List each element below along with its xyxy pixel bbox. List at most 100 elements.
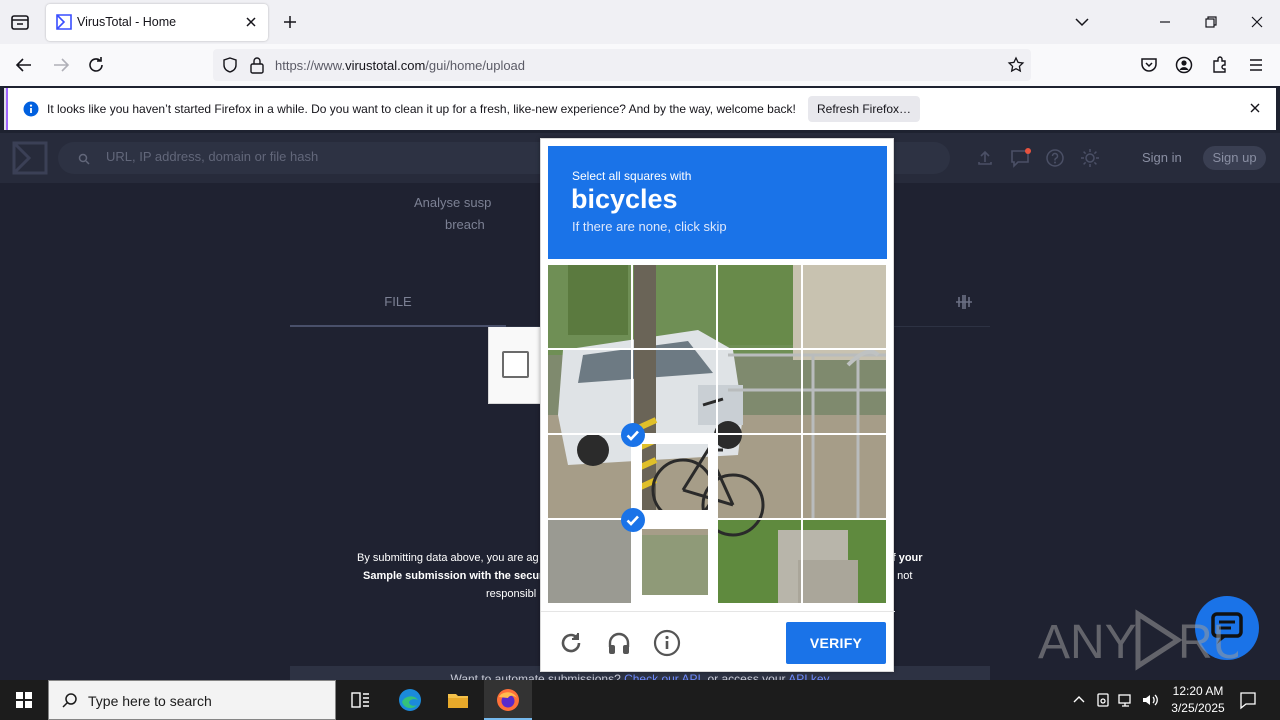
captcha-tile[interactable] (548, 520, 631, 603)
help-icon[interactable] (1045, 148, 1065, 168)
api-banner-mid: , or access your (700, 672, 786, 680)
url-text: https://www.virustotal.com/gui/home/uplo… (275, 58, 526, 73)
tab-file[interactable]: FILE (290, 283, 506, 327)
hcaptcha-checkbox[interactable] (502, 351, 529, 378)
vt-description-line2: breach (445, 217, 485, 232)
refresh-firefox-button[interactable]: Refresh Firefox… (808, 96, 920, 122)
forward-arrow-icon[interactable] (50, 54, 72, 76)
api-key-link[interactable]: API key (788, 672, 829, 680)
close-notification-icon[interactable] (1248, 101, 1262, 115)
info-circle-icon[interactable] (653, 629, 681, 657)
pocket-icon[interactable] (1138, 54, 1160, 76)
captcha-tile-image (548, 520, 631, 603)
terms-line3-left: responsibl (486, 588, 537, 600)
lock-icon[interactable] (249, 56, 265, 74)
browser-nav-bar: https://www.virustotal.com/gui/home/uplo… (0, 44, 1280, 86)
hcaptcha-checkbox-widget (488, 326, 542, 404)
upload-icon[interactable] (975, 148, 995, 168)
captcha-tile[interactable] (633, 520, 716, 603)
task-view-icon[interactable] (336, 680, 384, 720)
chat-notification-icon[interactable] (1010, 148, 1031, 168)
tab-title: VirusTotal - Home (77, 15, 177, 29)
restore-icon[interactable] (1201, 12, 1221, 32)
captcha-tile-image (718, 265, 801, 348)
bookmark-star-icon[interactable] (1007, 56, 1025, 74)
account-icon[interactable] (1173, 54, 1195, 76)
theme-sun-icon[interactable] (1080, 148, 1100, 168)
list-all-tabs-chevron-icon[interactable] (1072, 12, 1092, 32)
captcha-tile[interactable] (803, 520, 886, 603)
address-bar[interactable]: https://www.virustotal.com/gui/home/uplo… (213, 49, 1031, 81)
audio-challenge-headphones-icon[interactable] (605, 629, 633, 657)
captcha-tile[interactable] (803, 350, 886, 433)
captcha-tile[interactable] (718, 350, 801, 433)
captcha-tile-image (548, 265, 631, 348)
tab-list-icon[interactable] (8, 10, 32, 34)
captcha-tile-image (803, 350, 886, 433)
edge-browser-icon[interactable] (386, 680, 434, 720)
network-icon[interactable] (1117, 691, 1135, 709)
search-icon (78, 152, 90, 165)
terms-line1-left: By submitting data above, you are ag (357, 552, 539, 564)
captcha-image-grid (548, 265, 887, 604)
device-icon[interactable] (1094, 691, 1112, 709)
captcha-tile[interactable] (803, 265, 886, 348)
vt-description-line1: Analyse susp (414, 195, 492, 210)
captcha-tile[interactable] (803, 435, 886, 518)
volume-icon[interactable] (1141, 691, 1159, 709)
captcha-tile-image (642, 529, 708, 595)
refresh-challenge-icon[interactable] (557, 629, 585, 657)
captcha-tile[interactable] (633, 350, 716, 433)
verify-button[interactable]: VERIFY (786, 622, 886, 664)
captcha-target-word: bicycles (571, 184, 678, 214)
virustotal-logo-icon[interactable] (12, 141, 48, 175)
captcha-tile-image (803, 435, 886, 518)
tracking-protection-shield-icon[interactable] (221, 56, 239, 74)
start-windows-icon[interactable] (0, 680, 48, 720)
firefox-taskbar-icon[interactable] (484, 680, 532, 720)
virustotal-favicon-icon (56, 14, 72, 30)
notifications-icon[interactable] (1238, 690, 1258, 710)
taskbar-clock[interactable]: 12:20 AM 3/25/2025 (1160, 683, 1236, 717)
captcha-tile[interactable] (633, 265, 716, 348)
captcha-tile[interactable] (718, 265, 801, 348)
tab-close-icon[interactable] (242, 13, 260, 31)
menu-hamburger-icon[interactable] (1245, 54, 1267, 76)
anyrun-watermark-logo: ANY RUN (1038, 606, 1280, 672)
notification-message: It looks like you haven’t started Firefo… (47, 102, 796, 116)
minimize-icon[interactable] (1155, 12, 1175, 32)
reload-icon[interactable] (85, 54, 107, 76)
close-window-icon[interactable] (1247, 12, 1267, 32)
captcha-tile-image (642, 444, 708, 510)
browser-tab-virustotal[interactable]: VirusTotal - Home (46, 4, 268, 41)
taskbar-search-box[interactable]: Type here to search (48, 680, 336, 720)
captcha-tile[interactable] (718, 435, 801, 518)
captcha-tile-image (803, 265, 886, 348)
captcha-tile[interactable] (548, 265, 631, 348)
taskbar-search-icon (61, 692, 79, 710)
captcha-tile[interactable] (633, 435, 716, 518)
sign-in-link[interactable]: Sign in (1142, 150, 1182, 165)
captcha-tile[interactable] (548, 350, 631, 433)
captcha-tile-image (633, 350, 716, 433)
terms-line1-right: f your (892, 552, 923, 564)
search-tab-icon[interactable] (954, 293, 974, 311)
captcha-tile[interactable] (718, 520, 801, 603)
captcha-tile-image (548, 435, 631, 518)
captcha-tile-image (718, 520, 801, 603)
clock-date: 3/25/2025 (1171, 701, 1225, 715)
file-explorer-icon[interactable] (434, 680, 482, 720)
captcha-tile[interactable] (548, 435, 631, 518)
show-hidden-icons-chevron-icon[interactable] (1070, 691, 1088, 709)
check-api-link[interactable]: Check our API (624, 672, 701, 680)
extensions-puzzle-icon[interactable] (1209, 54, 1231, 76)
windows-taskbar: Type here to search 12:20 AM 3/25/2025 (0, 680, 1280, 720)
sign-up-button[interactable]: Sign up (1203, 146, 1266, 170)
browser-tab-bar: VirusTotal - Home (0, 0, 1280, 44)
back-arrow-icon[interactable] (13, 54, 35, 76)
new-tab-plus-icon[interactable] (280, 12, 300, 32)
hcaptcha-challenge: Select all squares with bicycles If ther… (540, 138, 895, 673)
captcha-footer: VERIFY (541, 611, 895, 673)
api-banner-text: Want to automate submissions? (450, 672, 621, 680)
firefox-refresh-notification: It looks like you haven’t started Firefo… (4, 88, 1276, 130)
